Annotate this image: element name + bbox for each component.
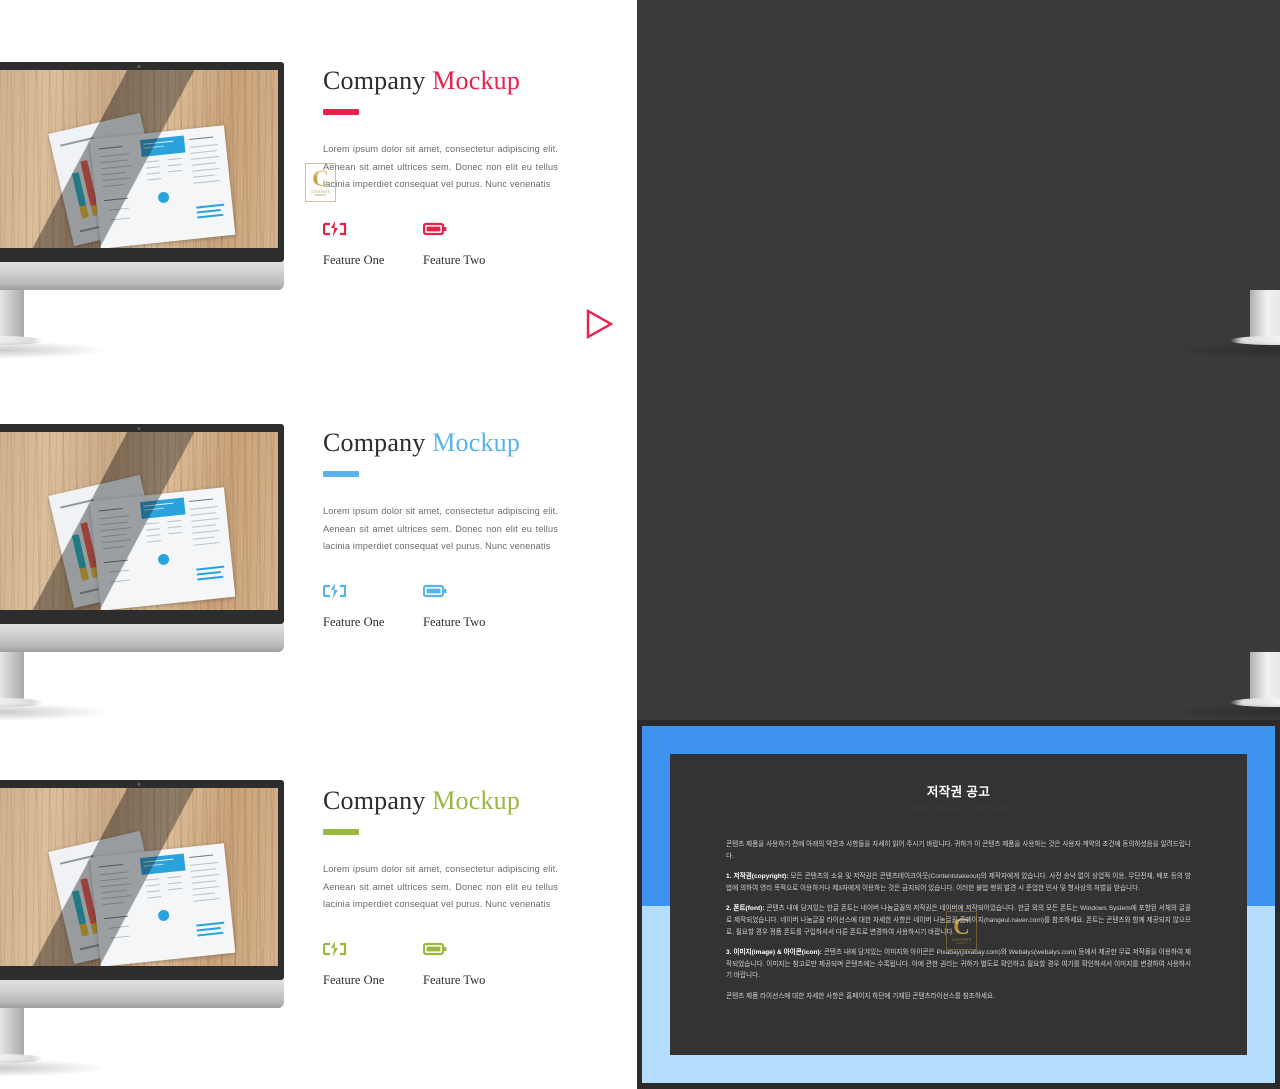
feature-item-two[interactable]: Feature Two: [423, 941, 485, 988]
feature-list-1: Feature One Feature Two: [323, 220, 558, 268]
copyright-footer: 콘텐츠 제품 라이선스에 대한 자세한 사항은 홈페이지 하단에 기재된 콘텐츠…: [726, 992, 995, 1000]
monitor-neck: [1250, 290, 1280, 340]
monitor-shadow: [0, 703, 109, 720]
copyright-title: 저작권 공고: [926, 785, 991, 799]
desk-photo: [0, 70, 278, 248]
brochure-badge: [157, 553, 170, 566]
monitor-neck: [1250, 652, 1280, 702]
battery-charging-icon: [323, 582, 347, 599]
monitor-neck: [0, 1008, 24, 1058]
feature-two-label: Feature Two: [423, 614, 486, 629]
brochure-badge: [157, 909, 170, 922]
brochure-front: [89, 843, 236, 966]
monitor-screen: [0, 62, 284, 262]
battery-full-icon: [423, 222, 447, 235]
title-mockup: Mockup: [432, 428, 521, 457]
monitor-shadow: [1165, 703, 1280, 720]
watermark-line2: TAKEOUT: [314, 193, 327, 197]
desk-photo: [0, 788, 278, 966]
title-company: Company: [323, 66, 426, 95]
watermark-letter: C: [953, 913, 970, 939]
copyright-intro: 콘텐츠 제품을 사용하기 전에 아래의 약관과 사항들을 자세히 읽어 주시기 …: [726, 841, 1191, 860]
slide-text-block-3: Company Mockup Lorem ipsum dolor sit ame…: [323, 428, 558, 630]
copyright-section-3: 3. 이미지(image) & 아이콘(icon): 콘텐츠 내에 담겨있는 이…: [726, 947, 1191, 982]
monitor-chin: [0, 262, 284, 290]
battery-full-icon: [423, 942, 447, 955]
battery-charging-icon: [323, 940, 347, 957]
slide-thumbnail-3[interactable]: Company Mockup Lorem ipsum dolor sit ame…: [0, 364, 637, 720]
feature-item-two[interactable]: Feature Two: [423, 221, 485, 268]
copyright-body: 콘텐츠 제품을 사용하기 전에 아래의 약관과 사항들을 자세히 읽어 주시기 …: [670, 814, 1247, 1003]
slide-body-3: Lorem ipsum dolor sit amet, consectetur …: [323, 506, 558, 552]
battery-charging-icon: [323, 220, 347, 237]
slide-thumbnail-1[interactable]: Company Mockup Lorem ipsum dolor sit ame…: [0, 0, 637, 364]
slide-text-block-5: Company Mockup Lorem ipsum dolor sit ame…: [323, 786, 558, 988]
slide-thumbnail-2[interactable]: Company Mockup Lorem ipsum dolor sit ame…: [637, 0, 1280, 364]
copyright-frame: 저작권 공고 COPYRIGHT NOTICE 콘텐츠 제품을 사용하기 전에 …: [642, 726, 1275, 1083]
slide-body-5: Lorem ipsum dolor sit amet, consectetur …: [323, 864, 558, 910]
monitor-shadow: [1165, 341, 1280, 359]
feature-two-label: Feature Two: [423, 252, 486, 267]
slide-title-3: Company Mockup: [323, 428, 558, 458]
slide-thumbnail-5[interactable]: Company Mockup Lorem ipsum dolor sit ame…: [0, 720, 637, 1089]
accent-rule: [323, 829, 359, 835]
title-mockup: Mockup: [432, 786, 521, 815]
webcam-dot: [137, 65, 141, 68]
webcam-dot: [137, 427, 141, 430]
feature-item-one[interactable]: Feature One: [323, 220, 423, 268]
copyright-header: 저작권 공고 COPYRIGHT NOTICE: [670, 754, 1247, 814]
watermark-logo: C CONTENTS TAKEOUT: [946, 911, 977, 950]
monitor-shadow: [0, 1059, 109, 1077]
feature-one-label: Feature One: [323, 252, 385, 267]
slide-text-block-1: Company Mockup Lorem ipsum dolor sit ame…: [323, 66, 558, 268]
feature-item-one[interactable]: Feature One: [323, 582, 423, 630]
slide-body-1: Lorem ipsum dolor sit amet, consectetur …: [323, 144, 558, 190]
feature-list-5: Feature One Feature Two: [323, 940, 558, 988]
feature-item-two[interactable]: Feature Two: [423, 583, 485, 630]
monitor-neck: [0, 290, 24, 340]
monitor-chin: [0, 980, 284, 1008]
title-company: Company: [323, 786, 426, 815]
section-2-label: 2. 폰트(font):: [726, 905, 765, 913]
desk-photo: [0, 432, 278, 610]
section-1-label: 1. 저작권(copyright):: [726, 873, 789, 881]
brochure-front: [89, 487, 236, 610]
watermark-letter: C: [312, 165, 329, 191]
title-mockup: Mockup: [432, 66, 521, 95]
slide-title-1: Company Mockup: [323, 66, 558, 96]
monitor-screen: [0, 424, 284, 624]
monitor-neck: [0, 652, 24, 702]
monitor-chin: [0, 624, 284, 652]
watermark-logo: C CONTENTS TAKEOUT: [305, 163, 336, 202]
feature-two-label: Feature Two: [423, 972, 486, 987]
section-3-label: 3. 이미지(image) & 아이콘(icon):: [726, 949, 822, 957]
copyright-card: 저작권 공고 COPYRIGHT NOTICE 콘텐츠 제품을 사용하기 전에 …: [670, 754, 1247, 1055]
feature-list-3: Feature One Feature Two: [323, 582, 558, 630]
copyright-subtitle: COPYRIGHT NOTICE: [905, 804, 1012, 814]
slide-thumbnail-6-copyright[interactable]: 저작권 공고 COPYRIGHT NOTICE 콘텐츠 제품을 사용하기 전에 …: [637, 720, 1280, 1089]
section-1-text: 모든 콘텐츠의 소유 및 저작권은 콘텐츠테이크아웃(Contentstakeo…: [726, 873, 1191, 892]
brochure-front: [89, 125, 236, 248]
monitor-shadow: [0, 341, 109, 359]
slide-title-5: Company Mockup: [323, 786, 558, 816]
feature-item-one[interactable]: Feature One: [323, 940, 423, 988]
copyright-section-1: 1. 저작권(copyright): 모든 콘텐츠의 소유 및 저작권은 콘텐츠…: [726, 871, 1191, 894]
feature-one-label: Feature One: [323, 614, 385, 629]
feature-one-label: Feature One: [323, 972, 385, 987]
slide-thumbnail-grid: Company Mockup Lorem ipsum dolor sit ame…: [0, 0, 1280, 1089]
accent-rule: [323, 109, 359, 115]
brochure-badge: [157, 191, 170, 204]
title-company: Company: [323, 428, 426, 457]
slide-thumbnail-4[interactable]: Company Mockup Lorem ipsum dolor sit ame…: [637, 364, 1280, 720]
webcam-dot: [137, 783, 141, 786]
monitor-screen: [0, 780, 284, 980]
battery-full-icon: [423, 584, 447, 597]
watermark-line2: TAKEOUT: [955, 941, 968, 945]
accent-rule: [323, 471, 359, 477]
play-triangle-icon[interactable]: [583, 308, 615, 340]
